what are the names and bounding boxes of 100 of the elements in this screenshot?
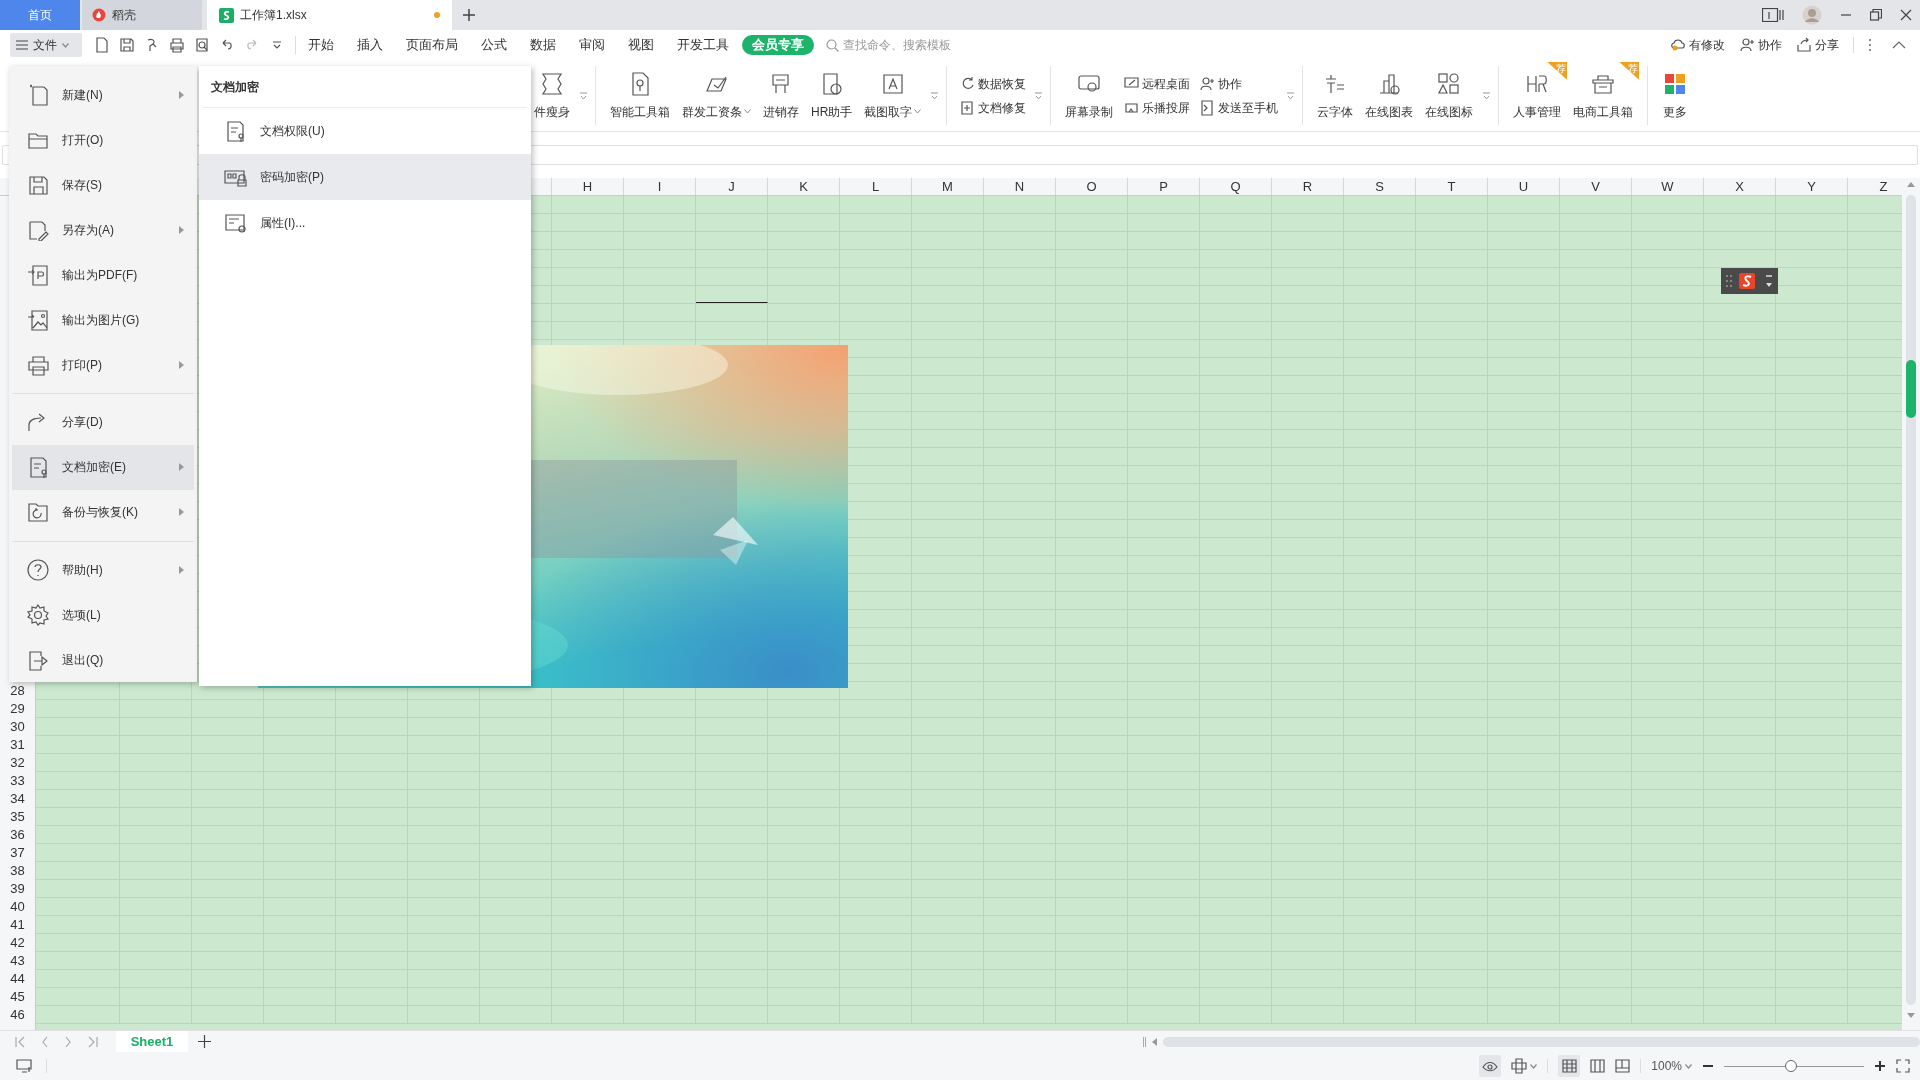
input-method-toolbar[interactable]	[1721, 268, 1778, 294]
header-action[interactable]: 协作	[1739, 36, 1782, 54]
header-action[interactable]: 分享	[1796, 36, 1839, 54]
column-letter[interactable]: V	[1591, 178, 1600, 197]
row-number[interactable]: 31	[10, 735, 25, 755]
row-number[interactable]: 28	[10, 681, 25, 701]
zoom-in-icon[interactable]	[1874, 1060, 1886, 1072]
expand-caret-icon[interactable]	[1287, 91, 1295, 100]
restore-icon[interactable]	[1870, 9, 1882, 21]
file-menu-item[interactable]: 帮助(H)	[12, 547, 194, 592]
ribbon-tab[interactable]: 数据	[530, 35, 556, 55]
row-number[interactable]: 29	[10, 699, 25, 719]
ribbon-button[interactable]: 荐 人事管理	[1507, 60, 1568, 131]
ribbon-button[interactable]: 文档修复	[960, 98, 1027, 117]
column-letter[interactable]: P	[1159, 178, 1168, 197]
document-tab[interactable]: 首页	[0, 0, 80, 30]
row-number[interactable]: 42	[10, 933, 25, 953]
file-menu-item[interactable]: 输出为图片(G)	[12, 297, 194, 342]
file-menu-button[interactable]: 文件	[10, 33, 82, 57]
column-letter[interactable]: M	[942, 178, 953, 197]
ribbon-button[interactable]: 更多	[1656, 60, 1695, 131]
row-number[interactable]: 33	[10, 771, 25, 791]
column-letter[interactable]: N	[1014, 178, 1025, 197]
scroll-thumb[interactable]	[1906, 360, 1916, 418]
row-number[interactable]: 43	[10, 951, 25, 971]
file-menu-item[interactable]: 另存为(A)	[12, 207, 194, 252]
file-menu-item[interactable]: 新建(N)	[12, 72, 194, 117]
ribbon-button[interactable]: 屏幕录制	[1059, 60, 1120, 131]
file-menu-item[interactable]: 文档加密(E)	[12, 444, 194, 490]
submenu-item[interactable]: 属性(I)...	[199, 200, 531, 246]
page-layout-view-icon[interactable]	[1590, 1059, 1606, 1073]
column-letter[interactable]: K	[799, 178, 808, 197]
document-tab[interactable]: 工作簿1.xlsx	[207, 0, 452, 30]
new-file-icon[interactable]	[94, 37, 110, 53]
ribbon-button[interactable]: 乐播投屏	[1124, 98, 1191, 117]
ribbon-tab[interactable]: 公式	[481, 35, 507, 55]
page-break-view-icon[interactable]	[1615, 1059, 1631, 1073]
ribbon-button[interactable]: 件瘦身	[528, 60, 576, 131]
file-menu-item[interactable]: 分享(D)	[12, 399, 194, 445]
submenu-item[interactable]: 文档权限(U)	[199, 108, 531, 154]
ribbon-button[interactable]: 智能工具箱	[604, 60, 676, 131]
file-menu-item[interactable]: 打开(O)	[12, 117, 194, 162]
save-icon[interactable]	[119, 37, 135, 53]
column-letter[interactable]: R	[1302, 178, 1313, 197]
zoom-slider[interactable]	[1724, 1059, 1864, 1073]
expand-caret-icon[interactable]	[580, 91, 587, 100]
row-number[interactable]: 34	[10, 789, 25, 809]
ribbon-tab[interactable]: 插入	[357, 35, 383, 55]
column-letter[interactable]: U	[1518, 178, 1529, 197]
column-letter[interactable]: S	[1375, 178, 1384, 197]
row-number[interactable]: 44	[10, 969, 25, 989]
column-letter[interactable]: X	[1735, 178, 1744, 197]
focus-mode-icon[interactable]	[1511, 1058, 1528, 1074]
ribbon-button[interactable]: 发送至手机	[1200, 98, 1279, 117]
expand-caret-icon[interactable]	[1483, 91, 1491, 100]
ribbon-tab[interactable]: 视图	[628, 35, 654, 55]
add-sheet-icon[interactable]	[198, 1035, 211, 1048]
zoom-dropdown[interactable]: 100%	[1651, 1057, 1692, 1075]
row-number[interactable]: 45	[10, 987, 25, 1007]
ribbon-button[interactable]: 截图取字	[858, 60, 928, 131]
ribbon-button[interactable]: 群发工资条	[676, 60, 757, 131]
file-menu-item[interactable]: 退出(Q)	[12, 637, 194, 682]
ribbon-button[interactable]: 协作	[1200, 74, 1279, 93]
ribbon-button[interactable]: 云字体	[1311, 60, 1360, 131]
vertical-scrollbar[interactable]	[1902, 178, 1920, 1030]
column-letter[interactable]: I	[657, 178, 662, 197]
row-number[interactable]: 32	[10, 753, 25, 773]
column-letter[interactable]: Z	[1879, 178, 1888, 197]
file-menu-item[interactable]: 打印(P)	[12, 342, 194, 387]
normal-view-icon[interactable]	[1561, 1059, 1577, 1073]
ribbon-button[interactable]: HR助手	[805, 60, 859, 131]
column-letter[interactable]: O	[1086, 178, 1097, 197]
column-letter[interactable]: W	[1661, 178, 1674, 197]
column-letter[interactable]: J	[728, 178, 735, 197]
column-letter[interactable]: L	[871, 178, 880, 197]
ribbon-button[interactable]: 在线图标	[1419, 60, 1480, 131]
ribbon-button[interactable]: 荐 电商工具箱	[1567, 60, 1640, 131]
add-tab-icon[interactable]	[462, 8, 476, 22]
row-number[interactable]: 41	[10, 915, 25, 935]
document-tab[interactable]: 稻壳	[82, 0, 202, 30]
print-icon[interactable]	[169, 37, 185, 53]
row-number[interactable]: 37	[10, 843, 25, 863]
row-number[interactable]: 36	[10, 825, 25, 845]
macro-icon[interactable]	[16, 1059, 34, 1073]
ribbon-button[interactable]: 进销存	[757, 60, 805, 131]
ribbon-tab[interactable]: 开始	[308, 35, 334, 55]
column-letter[interactable]: H	[582, 178, 593, 197]
collapse-icon[interactable]	[1892, 41, 1906, 49]
file-menu-item[interactable]: 保存(S)	[12, 162, 194, 207]
print-preview-icon[interactable]	[194, 37, 210, 53]
ribbon-tab[interactable]: 页面布局	[406, 35, 458, 55]
slider-thumb[interactable]	[1785, 1060, 1798, 1072]
column-letter[interactable]: Q	[1230, 178, 1241, 197]
close-icon[interactable]	[1900, 9, 1912, 21]
column-letter[interactable]: T	[1447, 178, 1456, 197]
horizontal-scrollbar[interactable]	[1143, 1034, 1920, 1049]
ribbon-button[interactable]: 在线图表	[1359, 60, 1420, 131]
row-number[interactable]: 39	[10, 879, 25, 899]
window-layout-icon[interactable]	[1762, 8, 1784, 22]
row-number[interactable]: 38	[10, 861, 25, 881]
